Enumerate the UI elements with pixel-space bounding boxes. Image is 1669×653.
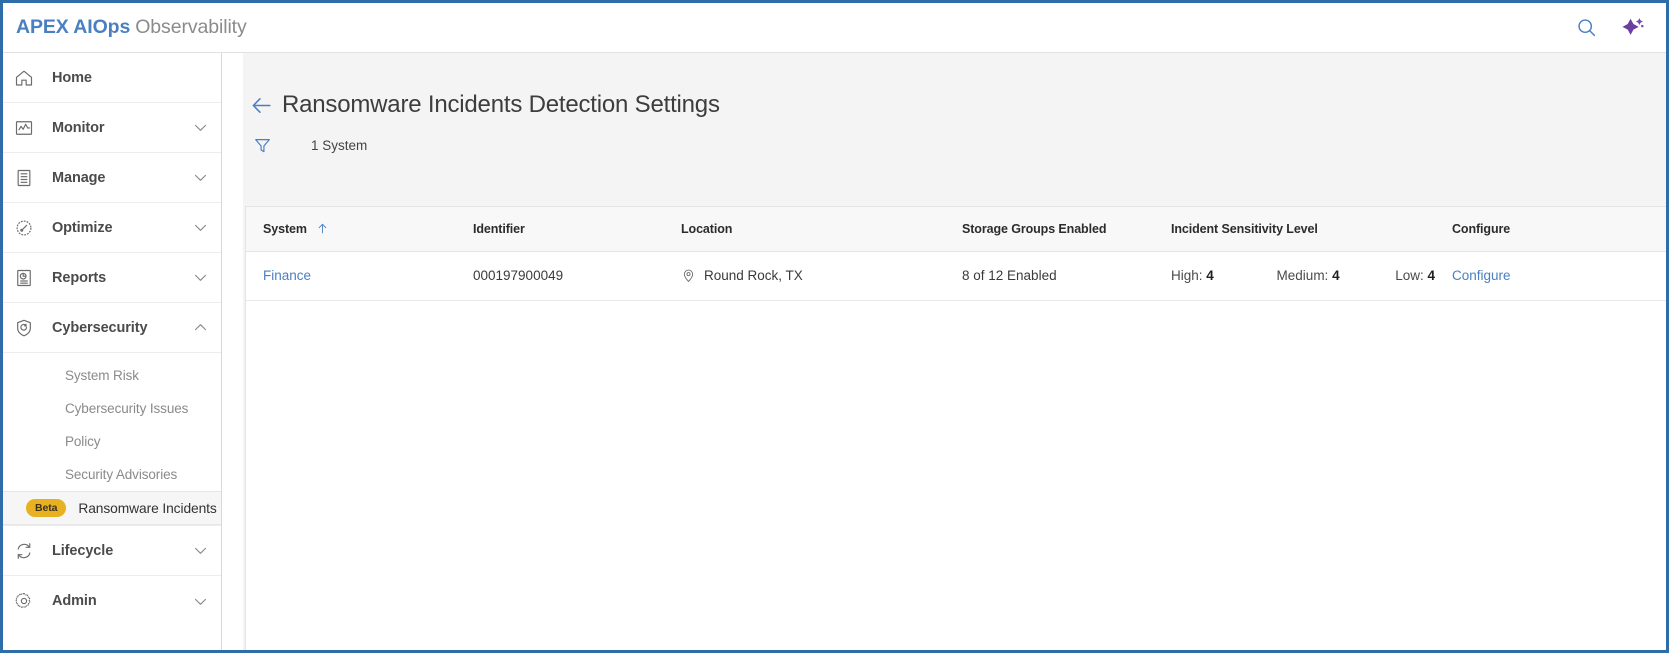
column-header-system[interactable]: System: [246, 207, 456, 252]
cell-system: Finance: [246, 251, 456, 301]
column-header-configure[interactable]: Configure: [1435, 207, 1666, 252]
sensitivity-medium-label: Medium:: [1276, 268, 1329, 283]
gear-icon: [14, 591, 40, 611]
app-brand: APEX AIOps Observability: [16, 16, 247, 39]
brand-primary: APEX AIOps: [16, 16, 131, 38]
shield-icon: [14, 318, 40, 338]
sidebar-item-monitor[interactable]: Monitor: [3, 103, 221, 153]
sensitivity-low-label: Low:: [1395, 268, 1424, 283]
application-window: APEX AIOps Observability Home Monitor Ma…: [0, 0, 1669, 653]
sidebar-subitem-label: Ransomware Incidents: [78, 500, 217, 516]
sidebar-item-label: Home: [52, 69, 92, 86]
beta-badge: Beta: [26, 499, 67, 517]
main-content-area: Ransomware Incidents Detection Settings …: [223, 53, 1666, 650]
sidebar-item-label: Lifecycle: [52, 542, 114, 559]
sidebar-item-label: Admin: [52, 593, 97, 609]
chevron-down-icon[interactable]: [192, 542, 209, 559]
sidebar-subitem-policy[interactable]: Policy: [3, 425, 221, 458]
sidebar-subitem-label: Cybersecurity Issues: [65, 401, 189, 416]
content-panel: Ransomware Incidents Detection Settings …: [243, 53, 1666, 650]
sidebar-item-label: Monitor: [52, 119, 105, 136]
cell-location: Round Rock, TX: [664, 251, 945, 301]
chevron-up-icon[interactable]: [192, 319, 209, 336]
chevron-down-icon[interactable]: [192, 269, 209, 286]
sidebar-subitem-security-advisories[interactable]: Security Advisories: [3, 458, 221, 491]
systems-table: System Identifier Location Storage Group…: [246, 207, 1666, 301]
brand-secondary: Observability: [135, 16, 247, 38]
column-header-label: Incident Sensitivity Level: [1171, 221, 1318, 236]
sensitivity-high-label: High:: [1171, 268, 1203, 283]
sensitivity-medium-value: 4: [1332, 268, 1340, 283]
home-icon: [14, 68, 40, 88]
server-list-icon: [14, 168, 40, 188]
sidebar-navigation: Home Monitor Manage Optimize Reports Cyb…: [3, 53, 222, 650]
sidebar-subitem-label: System Risk: [65, 368, 139, 383]
system-count-label: 1 System: [311, 137, 368, 153]
sensitivity-low-value: 4: [1427, 268, 1435, 283]
sidebar-subitem-cybersecurity-issues[interactable]: Cybersecurity Issues: [3, 392, 221, 425]
sort-ascending-icon[interactable]: [316, 222, 329, 235]
back-arrow-icon[interactable]: [249, 93, 274, 118]
sidebar-subitem-system-risk[interactable]: System Risk: [3, 359, 221, 392]
page-title-row: Ransomware Incidents Detection Settings: [243, 53, 1666, 123]
column-header-location[interactable]: Location: [664, 207, 945, 252]
content-left-gutter: [223, 53, 243, 650]
system-link[interactable]: Finance: [263, 268, 311, 283]
sidebar-item-label: Cybersecurity: [52, 319, 148, 336]
location-pin-icon: [681, 268, 696, 283]
column-header-label: Storage Groups Enabled: [962, 221, 1107, 236]
sensitivity-low: Low: 4: [1395, 268, 1435, 283]
table-header: System Identifier Location Storage Group…: [246, 207, 1666, 252]
column-header-identifier[interactable]: Identifier: [456, 207, 664, 252]
chevron-down-icon[interactable]: [192, 593, 209, 610]
cell-configure: Configure: [1435, 251, 1666, 301]
column-header-label: System: [263, 221, 307, 236]
chevron-down-icon[interactable]: [192, 219, 209, 236]
sparkle-icon[interactable]: [1621, 16, 1644, 39]
column-header-label: Location: [681, 221, 733, 236]
sidebar-item-cybersecurity[interactable]: Cybersecurity: [3, 303, 221, 353]
sidebar-subitem-label: Policy: [65, 434, 101, 449]
table-body: Finance 000197900049 Round Rock, TX 8 of…: [246, 251, 1666, 301]
sidebar-item-admin[interactable]: Admin: [3, 576, 221, 626]
sidebar-item-label: Reports: [52, 269, 107, 286]
column-header-label: Configure: [1452, 221, 1511, 236]
column-header-storage-groups[interactable]: Storage Groups Enabled: [945, 207, 1154, 252]
filter-funnel-icon[interactable]: [253, 136, 272, 155]
header-actions: [1576, 16, 1644, 39]
sensitivity-medium: Medium: 4: [1277, 268, 1340, 283]
chevron-down-icon[interactable]: [192, 119, 209, 136]
cell-storage-groups: 8 of 12 Enabled: [945, 251, 1154, 301]
sidebar-item-home[interactable]: Home: [3, 53, 221, 103]
page-title: Ransomware Incidents Detection Settings: [282, 90, 720, 118]
systems-table-container: System Identifier Location Storage Group…: [245, 206, 1666, 650]
sidebar-item-reports[interactable]: Reports: [3, 253, 221, 303]
column-header-incident-sensitivity[interactable]: Incident Sensitivity Level: [1154, 207, 1435, 252]
sidebar-subitem-ransomware-incidents[interactable]: Beta Ransomware Incidents: [3, 491, 221, 525]
cell-identifier: 000197900049: [456, 251, 664, 301]
sidebar-subitem-label: Security Advisories: [65, 467, 178, 482]
report-document-icon: [14, 268, 40, 288]
sidebar-item-lifecycle[interactable]: Lifecycle: [3, 526, 221, 576]
sensitivity-high-value: 4: [1206, 268, 1214, 283]
table-row[interactable]: Finance 000197900049 Round Rock, TX 8 of…: [246, 251, 1666, 301]
location-text: Round Rock, TX: [704, 268, 803, 283]
sidebar-item-label: Optimize: [52, 219, 113, 236]
column-header-label: Identifier: [473, 221, 525, 236]
cybersecurity-submenu: System Risk Cybersecurity Issues Policy …: [3, 353, 221, 526]
chevron-down-icon[interactable]: [192, 169, 209, 186]
gauge-icon: [14, 218, 40, 238]
top-header-bar: APEX AIOps Observability: [3, 3, 1666, 53]
refresh-cycle-icon: [14, 541, 40, 561]
cell-incident-sensitivity: High: 4 Medium: 4 Low: 4: [1154, 251, 1435, 301]
configure-link[interactable]: Configure: [1452, 268, 1511, 283]
table-header-row: System Identifier Location Storage Group…: [246, 207, 1666, 252]
monitor-chart-icon: [14, 118, 40, 138]
sidebar-item-optimize[interactable]: Optimize: [3, 203, 221, 253]
filter-row: 1 System: [243, 123, 1666, 167]
sidebar-item-manage[interactable]: Manage: [3, 153, 221, 203]
sidebar-item-label: Manage: [52, 169, 106, 186]
search-icon[interactable]: [1576, 17, 1597, 38]
sensitivity-high: High: 4: [1171, 268, 1214, 283]
